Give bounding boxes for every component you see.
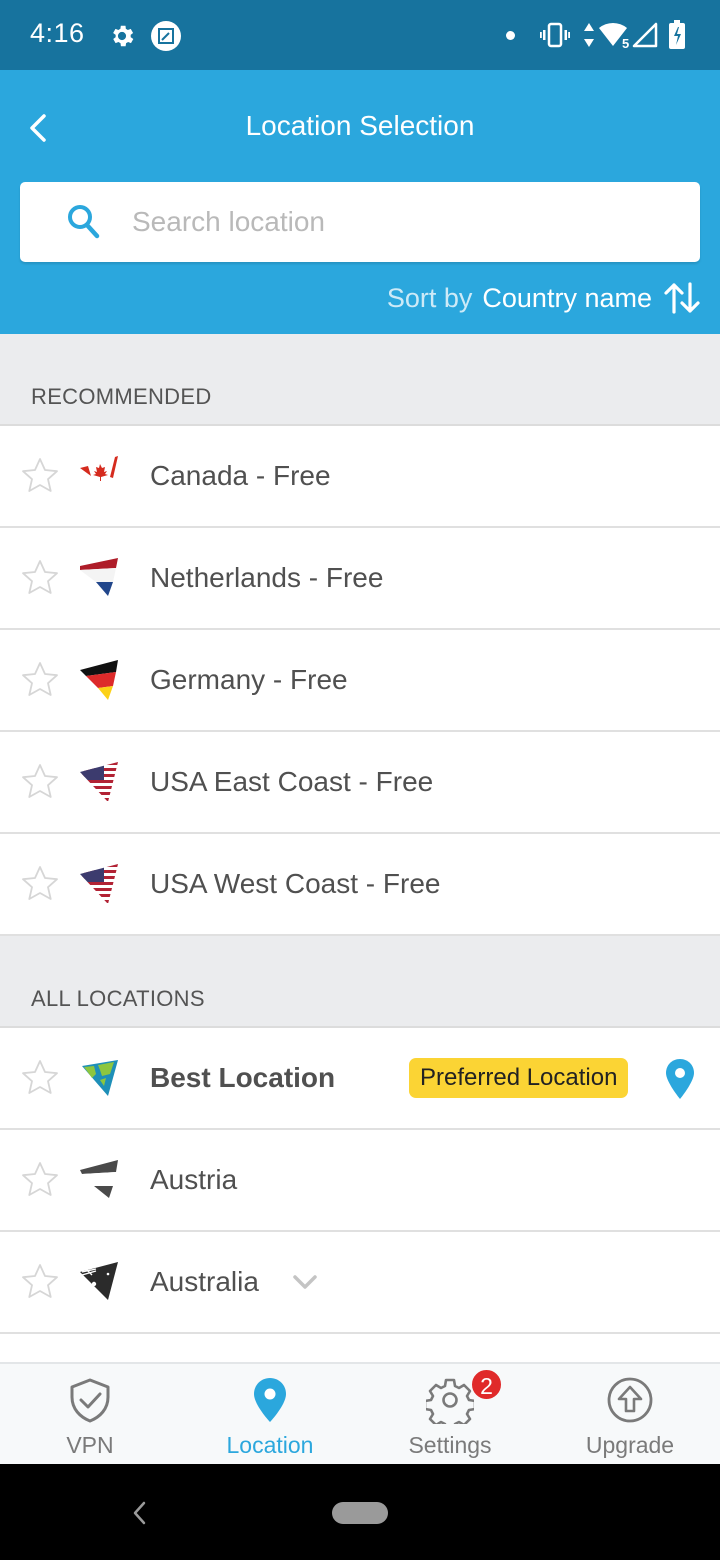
location-name: Austria — [150, 1164, 238, 1195]
nav-label: Location — [226, 1432, 314, 1458]
system-back-button[interactable] — [130, 1500, 150, 1526]
location-name: Netherlands - Free — [150, 562, 384, 593]
nav-item-settings[interactable]: Settings — [360, 1364, 540, 1464]
nav-label: Settings — [408, 1432, 492, 1458]
usa-flag-icon — [80, 762, 118, 802]
australia-flag-icon — [80, 1262, 118, 1300]
location-row-best-location[interactable]: Best Location Preferred Location — [0, 1028, 720, 1130]
page-title: Location Selection — [245, 110, 475, 141]
germany-flag-icon — [80, 660, 118, 700]
bottom-navigation: VPN Location Settings Upgrade — [0, 1362, 720, 1464]
star-icon[interactable] — [20, 1160, 60, 1200]
gear-icon — [426, 1378, 474, 1424]
nav-item-location[interactable]: Location — [180, 1364, 360, 1464]
system-home-button[interactable] — [332, 1502, 388, 1524]
austria-flag-icon — [80, 1160, 118, 1198]
location-name: Canada - Free — [150, 460, 331, 491]
location-row-australia[interactable]: Australia — [0, 1232, 720, 1334]
screenshot-icon — [151, 21, 181, 51]
wifi-icon: 5 — [599, 22, 629, 50]
system-navigation-bar — [0, 1464, 720, 1560]
status-bar: 4:16 5 — [0, 0, 720, 70]
netherlands-flag-icon — [80, 558, 118, 596]
status-time: 4:16 — [30, 18, 85, 48]
sort-label: Sort by — [386, 282, 473, 313]
location-row-usa-west[interactable]: USA West Coast - Free — [0, 834, 720, 936]
battery-charging-icon — [669, 20, 685, 49]
usa-flag-icon — [80, 864, 118, 904]
gear-icon — [113, 25, 134, 47]
location-pin-icon — [254, 1378, 286, 1422]
star-icon[interactable] — [20, 456, 60, 496]
sort-control[interactable]: Sort by Country name — [387, 280, 702, 316]
canada-flag-icon — [80, 456, 118, 481]
globe-icon — [82, 1060, 118, 1096]
signal-icon — [632, 22, 658, 48]
section-title: RECOMMENDED — [31, 384, 212, 409]
section-title: ALL LOCATIONS — [31, 986, 205, 1011]
location-name: USA West Coast - Free — [150, 868, 441, 899]
star-icon[interactable] — [20, 1058, 60, 1098]
star-icon[interactable] — [20, 762, 60, 802]
vibrate-icon — [540, 22, 570, 48]
nav-label: VPN — [66, 1432, 114, 1458]
svg-text:5: 5 — [622, 36, 629, 50]
location-row-partial[interactable] — [0, 1334, 720, 1364]
location-name: USA East Coast - Free — [150, 766, 434, 797]
chevron-down-icon[interactable] — [292, 1272, 318, 1292]
location-row-germany[interactable]: Germany - Free — [0, 630, 720, 732]
section-header-all-locations: ALL LOCATIONS — [0, 936, 720, 1028]
search-icon — [68, 205, 100, 239]
nav-label: Upgrade — [585, 1432, 675, 1458]
location-row-usa-east[interactable]: USA East Coast - Free — [0, 732, 720, 834]
star-icon[interactable] — [20, 1262, 60, 1302]
star-icon[interactable] — [20, 558, 60, 598]
preferred-location-badge: Preferred Location — [409, 1058, 629, 1098]
nav-item-vpn[interactable]: VPN — [0, 1364, 180, 1464]
app-header: Location Selection Sort by Country name — [0, 70, 720, 334]
search-input[interactable] — [132, 182, 682, 262]
location-name: Best Location — [150, 1062, 336, 1093]
star-icon[interactable] — [20, 864, 60, 904]
sort-arrows-icon[interactable] — [662, 280, 702, 316]
location-row-canada[interactable]: Canada - Free — [0, 426, 720, 528]
location-pin-icon — [666, 1059, 694, 1099]
location-row-austria[interactable]: Austria — [0, 1130, 720, 1232]
location-row-netherlands[interactable]: Netherlands - Free — [0, 528, 720, 630]
search-box[interactable] — [20, 182, 700, 262]
location-list[interactable]: RECOMMENDED Canada - Free Netherlands - … — [0, 334, 720, 1364]
settings-notification-badge: 2 — [470, 1368, 503, 1401]
shield-check-icon — [70, 1378, 110, 1423]
location-name: Australia — [150, 1266, 259, 1297]
star-icon[interactable] — [20, 660, 60, 700]
data-arrows-icon — [584, 23, 594, 47]
sort-value[interactable]: Country name — [482, 283, 652, 314]
location-name: Germany - Free — [150, 664, 348, 695]
upgrade-arrow-icon — [607, 1377, 653, 1423]
section-header-recommended: RECOMMENDED — [0, 334, 720, 426]
nav-item-upgrade[interactable]: Upgrade — [540, 1364, 720, 1464]
notification-dot — [506, 31, 515, 40]
